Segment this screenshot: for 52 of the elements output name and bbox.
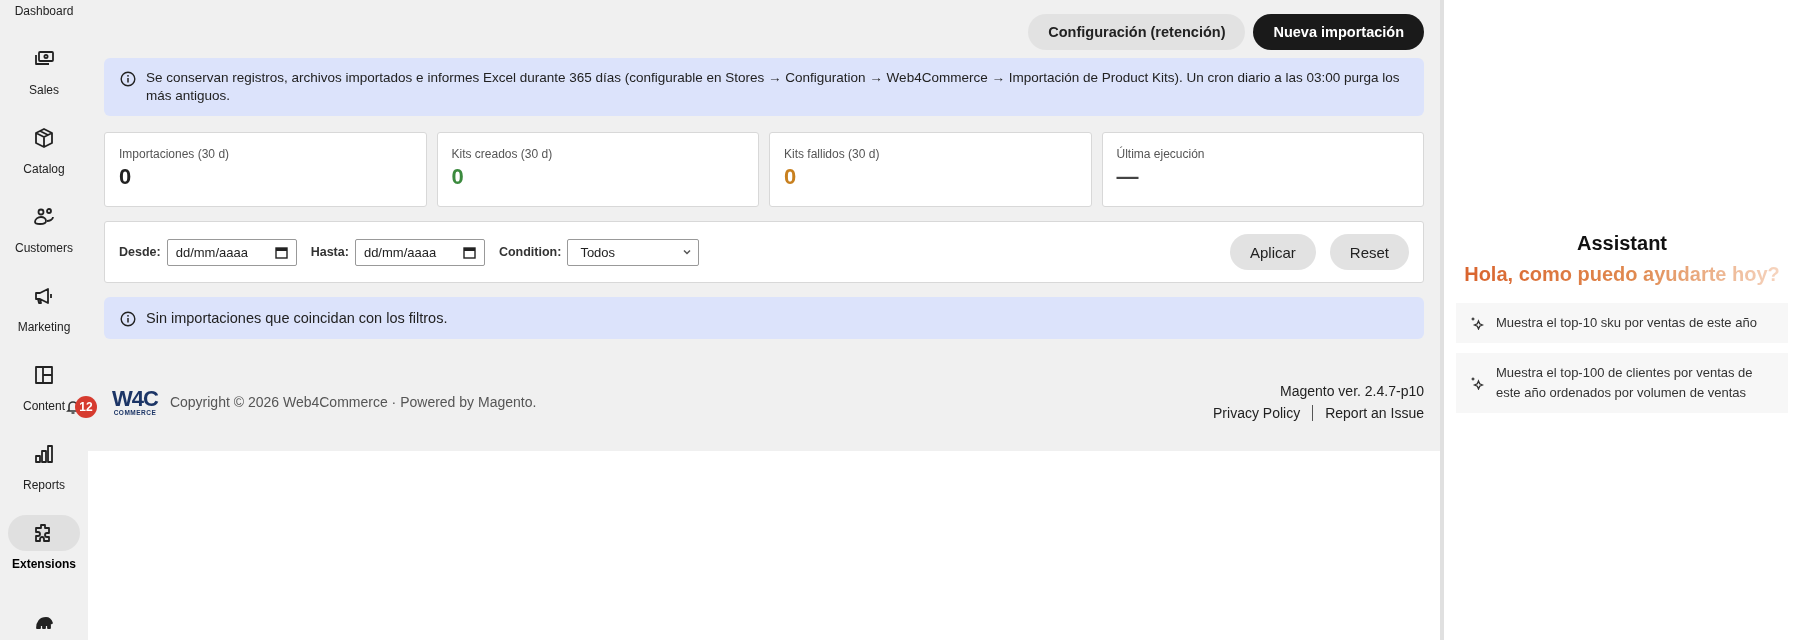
notification-badge: 12	[75, 396, 97, 418]
copyright-text: Copyright © 2026 Web4Commerce · Powered by Magento.	[169, 394, 537, 410]
field-label: Condition:	[498, 245, 562, 259]
sidebar-label[interactable]: Catalog	[23, 161, 65, 176]
sidebar-item[interactable]: Extensions	[8, 503, 80, 582]
field-label: Hasta:	[310, 245, 349, 259]
footer-link[interactable]: Report an Issue	[1312, 405, 1424, 421]
footer-link[interactable]: Privacy Policy	[1201, 405, 1313, 421]
date-field[interactable]: dd/mm/aaaa	[166, 238, 297, 266]
apply-button[interactable]: Aplicar	[1229, 234, 1316, 270]
stat-label: Kits creados (30 d)	[451, 147, 554, 161]
calendar-icon[interactable]	[462, 245, 476, 259]
sidebar-label[interactable]: Content	[23, 398, 65, 413]
calendar-icon[interactable]	[274, 245, 288, 259]
date-field[interactable]: dd/mm/aaaa	[354, 238, 485, 266]
sparkle-icon	[1470, 316, 1484, 330]
sidebar-item[interactable]: Sales	[8, 29, 80, 108]
assistant-title: Assistant	[1577, 232, 1667, 255]
stat-value: 0	[451, 164, 465, 190]
info-icon	[120, 71, 136, 87]
empty-message: Sin importaciones que coincidan con los filtros.	[146, 310, 448, 326]
sidebar-label[interactable]: Customers	[15, 240, 73, 255]
sidebar-item[interactable]: Reports	[8, 424, 80, 503]
stat-value: —	[1116, 164, 1140, 190]
sidebar-label[interactable]: Marketing	[17, 319, 71, 334]
sidebar-label[interactable]: Dashboard	[14, 3, 74, 18]
sidebar-item[interactable]: Customers	[8, 187, 80, 266]
suggestion-button[interactable]: Muestra el top-100 de clientes por ventas de este año ordenados por volumen de ventas	[1456, 353, 1788, 413]
suggestion-button[interactable]: Muestra el top-10 sku por ventas de este año	[1456, 303, 1788, 343]
stat-label: Última ejecución	[1116, 147, 1206, 161]
stat-value: 0	[784, 164, 798, 190]
sidebar-label[interactable]: Reports	[23, 477, 65, 492]
settings-button[interactable]: Configuración (retención)	[1028, 14, 1246, 50]
retention-notice: Se conservan registros, archivos importados e informes Excel durante 365 días (configurable en Stores → Configuration → Web4Commerce → Importación de Product Kits). Un cron diario a las 03:00 purga los más antiguos.	[146, 69, 1401, 105]
sidebar-item[interactable]: Marketing	[8, 266, 80, 345]
chevron-down-icon	[682, 247, 693, 257]
sidebar-item[interactable]: Dashboard	[8, 0, 80, 29]
sidebar-label[interactable]: Extensions	[12, 556, 76, 571]
new-import-button[interactable]: Nueva importación	[1253, 14, 1424, 50]
stat-value: 0	[119, 164, 133, 190]
assistant-greeting: Hola, como puedo ayudarte hoy?	[1464, 263, 1780, 286]
box-icon	[32, 125, 56, 150]
sidebar-item[interactable]: Catalog	[8, 108, 80, 187]
version-text: Magento ver. 2.4.7-p10	[1280, 383, 1424, 399]
condition-select[interactable]: Todos	[567, 238, 700, 266]
stat-label: Importaciones (30 d)	[119, 147, 231, 161]
sparkle-icon	[1470, 376, 1484, 390]
sidebar-label[interactable]: Sales	[29, 82, 59, 97]
info-icon	[120, 311, 136, 327]
stat-label: Kits fallidos (30 d)	[784, 147, 881, 161]
field-label: Desde:	[119, 245, 161, 259]
reset-button[interactable]: Reset	[1329, 234, 1409, 270]
